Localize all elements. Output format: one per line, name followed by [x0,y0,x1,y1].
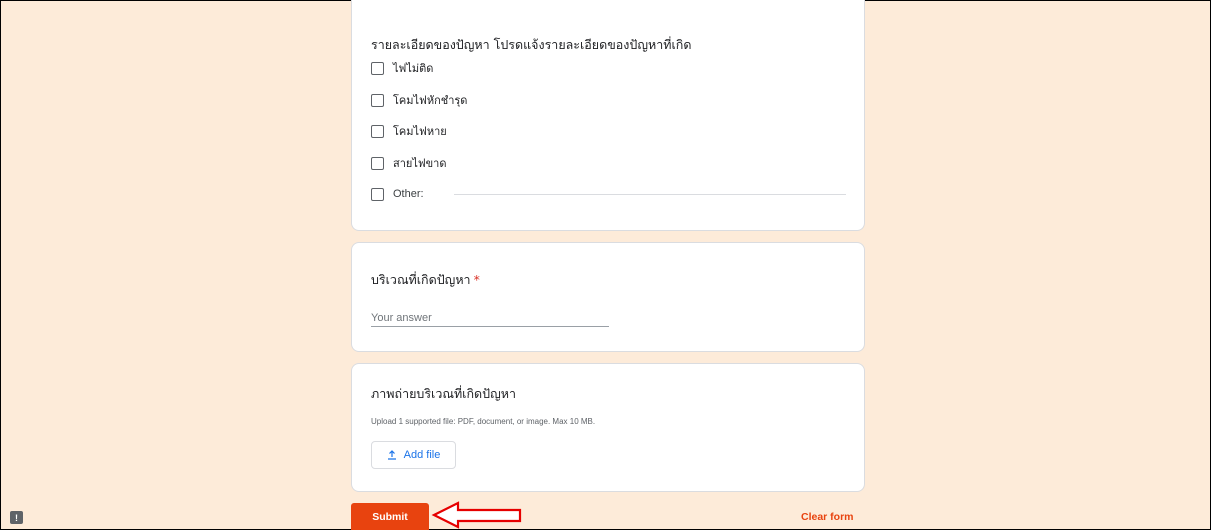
location-card: บริเวณที่เกิดปัญหา * [351,242,865,352]
location-answer-input[interactable] [371,309,609,327]
option-wire-cut[interactable]: สายไฟขาด [371,154,447,172]
checkbox[interactable] [371,93,384,107]
problem-details-title: รายละเอียดของปัญหา โปรดแจ้งรายละเอียดของ… [371,37,692,52]
option-label: ไฟไม่ติด [393,62,434,75]
feedback-icon[interactable]: ! [10,511,23,524]
option-lamp-broken[interactable]: โคมไฟหักชำรุด [371,91,467,109]
option-label: โคมไฟหาย [393,125,447,138]
add-file-button[interactable]: Add file [371,441,456,469]
add-file-label: Add file [403,449,441,461]
checkbox[interactable] [371,61,384,75]
option-lamp-missing[interactable]: โคมไฟหาย [371,122,447,140]
option-light-not-working[interactable]: ไฟไม่ติด [371,59,433,77]
upload-icon [387,450,396,460]
option-label: โคมไฟหักชำรุด [393,94,468,107]
photo-card: ภาพถ่ายบริเวณที่เกิดปัญหา Upload 1 suppo… [351,363,865,492]
option-other[interactable]: Other: [371,185,424,203]
required-mark: * [473,272,480,287]
problem-details-card: รายละเอียดของปัญหา โปรดแจ้งรายละเอียดของ… [351,0,865,231]
submit-button[interactable]: Submit [351,503,429,530]
checkbox[interactable] [371,124,384,138]
clear-form-link[interactable]: Clear form [801,511,854,523]
location-title: บริเวณที่เกิดปัญหา [371,272,471,287]
location-question: บริเวณที่เกิดปัญหา * [371,270,480,290]
photo-title: ภาพถ่ายบริเวณที่เกิดปัญหา [371,386,516,401]
annotation-arrow-icon [431,501,522,529]
checkbox[interactable] [371,156,384,170]
upload-note: Upload 1 supported file: PDF, document, … [371,417,596,426]
other-text-input[interactable] [454,194,846,195]
option-label: สายไฟขาด [393,157,447,170]
checkbox[interactable] [371,187,384,201]
option-label: Other: [393,188,424,200]
